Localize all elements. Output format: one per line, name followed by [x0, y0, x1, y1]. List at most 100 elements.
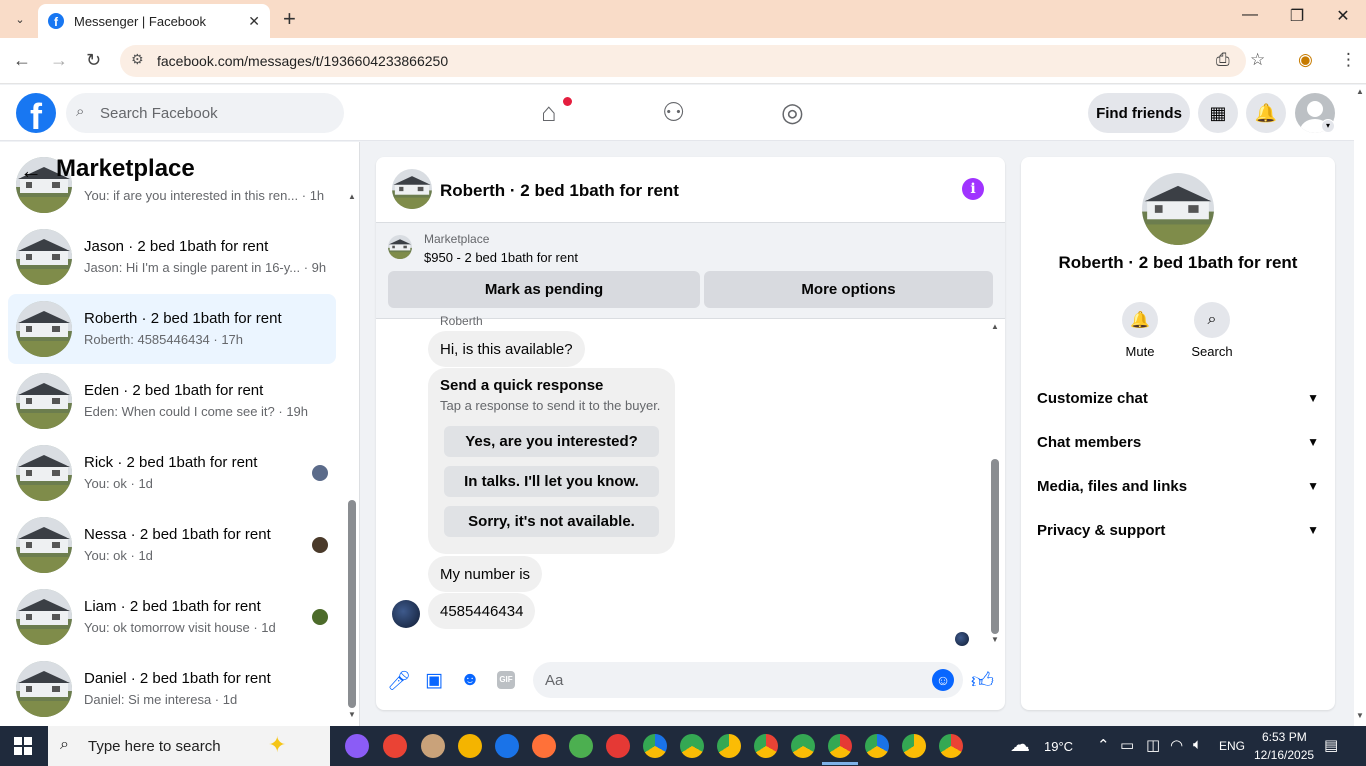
conversation-preview: You: ok tomorrow visit house · 1d — [84, 620, 276, 635]
quick-response-yes-button[interactable]: Yes, are you interested? — [444, 426, 659, 457]
windows-start-icon[interactable] — [14, 737, 32, 755]
conversation-item[interactable]: Nessa · 2 bed 1bath for rent You: ok · 1d — [8, 510, 336, 580]
taskbar-app-icon[interactable] — [383, 734, 407, 758]
conversation-item[interactable]: Roberth · 2 bed 1bath for rent Roberth: 4… — [8, 294, 336, 364]
microphone-icon[interactable]: 🎤︎ — [387, 669, 411, 693]
more-options-button[interactable]: More options — [704, 271, 993, 308]
privacy-support-section[interactable]: Privacy & support ▼ — [1029, 510, 1327, 550]
notifications-bell-icon[interactable]: 🔔 — [1246, 93, 1286, 133]
new-tab-plus-icon[interactable]: + — [283, 6, 296, 32]
conversation-item[interactable]: Rick · 2 bed 1bath for rent You: ok · 1d — [8, 438, 336, 508]
media-files-links-section[interactable]: Media, files and links ▼ — [1029, 466, 1327, 506]
quick-response-in-talks-button[interactable]: In talks. I'll let you know. — [444, 466, 659, 497]
conversation-item[interactable]: Jason · 2 bed 1bath for rent Jason: Hi I'… — [8, 222, 336, 292]
url-text[interactable]: facebook.com/messages/t/1936604233866250 — [157, 53, 448, 69]
home-icon[interactable]: ⌂ — [541, 97, 557, 128]
sidebar-scrollbar[interactable]: ▲ ▼ — [346, 190, 358, 720]
conversation-thumbnail — [16, 661, 72, 717]
chat-scrollbar[interactable]: ▲ ▼ — [989, 322, 1001, 647]
message-input[interactable] — [533, 662, 963, 698]
groups-icon[interactable]: ◎ — [781, 97, 804, 128]
conversation-item[interactable]: Daniel · 2 bed 1bath for rent Daniel: Si … — [8, 654, 336, 724]
tab-close-icon[interactable]: ✕ — [248, 13, 260, 30]
profile-icon[interactable]: ◉ — [1298, 50, 1313, 70]
taskbar-app-icon[interactable] — [458, 734, 482, 758]
taskbar-search-text[interactable]: Type here to search — [88, 738, 221, 755]
install-app-icon[interactable]: ⎙ — [1216, 50, 1230, 70]
thumbs-up-icon[interactable]: 👍︎ — [971, 667, 994, 694]
taskbar-app-icon[interactable] — [680, 734, 704, 758]
sender-avatar[interactable] — [392, 600, 420, 628]
page-scrollbar[interactable]: ▲ ▼ — [1354, 85, 1366, 726]
info-icon[interactable]: i — [962, 178, 984, 200]
browser-menu-icon[interactable]: ⋮ — [1340, 50, 1357, 70]
bookmark-star-icon[interactable]: ☆ — [1250, 50, 1265, 70]
find-friends-button[interactable]: Find friends — [1088, 93, 1190, 133]
sticker-icon[interactable]: ☻ — [459, 669, 481, 691]
taskbar-app-icon[interactable] — [345, 734, 369, 758]
sidebar-scrollbar-thumb[interactable] — [348, 500, 356, 708]
taskbar-app-icon[interactable] — [902, 734, 926, 758]
conversation-item[interactable]: Eden · 2 bed 1bath for rent Eden: When co… — [8, 366, 336, 436]
wifi-icon[interactable]: ◠ — [1170, 736, 1183, 754]
taskbar-app-icon[interactable] — [822, 734, 858, 765]
taskbar-app-icon[interactable] — [643, 734, 667, 758]
taskbar-app-icon[interactable] — [569, 734, 593, 758]
search-icon[interactable]: ⌕ — [1194, 302, 1230, 338]
reload-icon[interactable]: ↻ — [86, 50, 101, 71]
taskbar-app-icon[interactable] — [865, 734, 889, 758]
listing-title[interactable]: $950 - 2 bed 1bath for rent — [424, 250, 578, 265]
facebook-search-input[interactable] — [100, 100, 330, 126]
chat-header-thumbnail[interactable] — [392, 169, 432, 209]
taskbar-app-icon[interactable] — [421, 734, 445, 758]
tray-chevron-up-icon[interactable]: ⌃ — [1097, 736, 1110, 754]
gif-icon[interactable]: GIF — [497, 671, 515, 689]
restore-icon[interactable]: ❐ — [1282, 6, 1312, 26]
weather-cloud-icon[interactable]: ☁ — [1010, 732, 1030, 757]
camera-icon[interactable]: ◫ — [1146, 736, 1160, 754]
clock-time[interactable]: 6:53 PM — [1262, 730, 1307, 744]
bell-icon[interactable]: 🔔 — [1122, 302, 1158, 338]
chat-scrollbar-thumb[interactable] — [991, 459, 999, 634]
conversation-name: Roberth · 2 bed 1bath for rent — [84, 310, 282, 327]
clock-date[interactable]: 12/16/2025 — [1254, 748, 1314, 762]
volume-icon[interactable]: 🔈︎ — [1193, 736, 1202, 753]
mute-action[interactable]: 🔔 Mute — [1110, 302, 1170, 359]
quick-response-not-available-button[interactable]: Sorry, it's not available. — [444, 506, 659, 537]
taskbar-app-icon[interactable] — [791, 734, 815, 758]
photo-icon[interactable]: ▣ — [423, 669, 445, 692]
mute-label: Mute — [1125, 344, 1155, 359]
browser-tab[interactable]: f Messenger | Facebook ✕ — [38, 4, 270, 38]
friends-icon[interactable]: ⚇ — [662, 97, 685, 128]
chat-members-section[interactable]: Chat members ▼ — [1029, 422, 1327, 462]
menu-grid-icon[interactable]: ▦ — [1198, 93, 1238, 133]
taskbar-app-icon[interactable] — [532, 734, 556, 758]
back-arrow-icon[interactable]: ← — [13, 50, 31, 71]
emoji-icon[interactable]: ☺ — [932, 669, 954, 691]
chat-title[interactable]: Roberth · 2 bed 1bath for rent — [440, 181, 679, 201]
back-arrow-icon[interactable]: ← — [20, 158, 42, 184]
facebook-logo-icon[interactable]: f — [16, 93, 56, 133]
weather-temp[interactable]: 19°C — [1044, 739, 1073, 754]
tab-search-chevron-icon[interactable]: ⌄ — [8, 8, 32, 30]
customize-chat-section[interactable]: Customize chat ▼ — [1029, 378, 1327, 418]
listing-thumbnail[interactable] — [388, 235, 412, 259]
notification-center-icon[interactable]: ▤ — [1324, 736, 1338, 754]
language-indicator[interactable]: ENG — [1219, 739, 1245, 753]
conversation-thumbnail[interactable] — [1142, 173, 1214, 245]
account-chevron-icon[interactable]: ▾ — [1321, 119, 1335, 133]
battery-icon[interactable]: ▭ — [1120, 736, 1134, 754]
close-window-icon[interactable]: ✕ — [1328, 6, 1358, 26]
taskbar-app-icon[interactable] — [939, 734, 963, 758]
minimize-icon[interactable]: — — [1235, 6, 1265, 24]
search-action[interactable]: ⌕ Search — [1182, 302, 1242, 359]
taskbar-app-icon[interactable] — [606, 734, 630, 758]
search-highlight-icon[interactable]: ✦ — [268, 732, 286, 758]
site-info-icon[interactable]: ⚙ — [131, 51, 144, 68]
forward-arrow-icon[interactable]: → — [50, 50, 68, 71]
mark-as-pending-button[interactable]: Mark as pending — [388, 271, 700, 308]
taskbar-app-icon[interactable] — [717, 734, 741, 758]
taskbar-app-icon[interactable] — [495, 734, 519, 758]
conversation-item[interactable]: Liam · 2 bed 1bath for rent You: ok tomor… — [8, 582, 336, 652]
taskbar-app-icon[interactable] — [754, 734, 778, 758]
